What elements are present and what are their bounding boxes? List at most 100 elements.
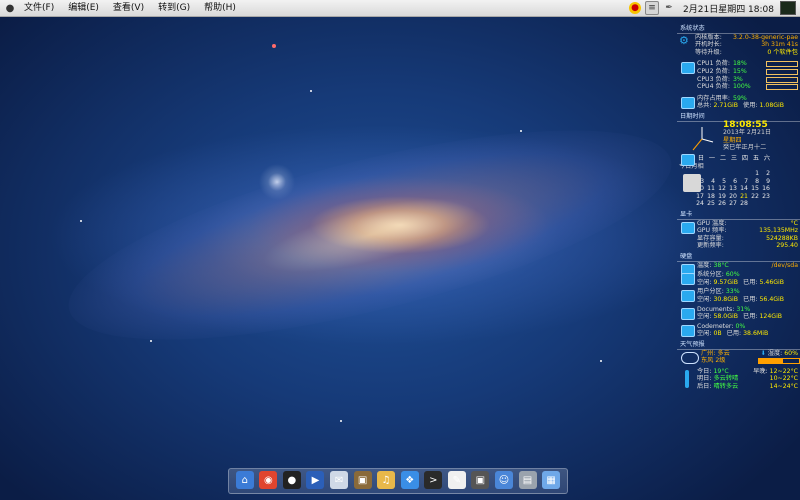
- gpu-rate-label: 更新频率:: [697, 242, 724, 250]
- calendar-day: 4: [711, 177, 715, 185]
- cpu1-value: 18%: [732, 60, 747, 68]
- weather-wind: 东风 2级: [701, 357, 726, 365]
- safari-icon[interactable]: ❖: [400, 471, 419, 489]
- menu-file[interactable]: 文件(F): [16, 0, 60, 16]
- wallpaper-star: [600, 360, 602, 362]
- apple-logo-icon[interactable]: ●: [4, 2, 16, 14]
- calendar-day: [761, 200, 770, 208]
- calendar-day: 18: [707, 192, 715, 200]
- partition-name: 系统分区:: [697, 271, 724, 279]
- uptime-value: 3h 31m 41s: [761, 41, 798, 49]
- partition-list: 系统分区: 60% 空闲: 9.57GiB 已用: 5.46GiB 用户分区: 33% 空闲: 3…: [677, 271, 800, 338]
- calendar-weekday: 日: [697, 154, 704, 162]
- partition-used: 56.4GiB: [759, 296, 785, 303]
- partition-name: 用户分区:: [697, 288, 724, 296]
- partition-used-label: 已用:: [743, 296, 758, 303]
- calendar-weekday: 三: [730, 154, 737, 162]
- qq-tray-icon[interactable]: ●: [629, 2, 642, 14]
- partition-free: 0B: [713, 330, 722, 338]
- gpu-section-title: 显卡: [677, 211, 800, 220]
- menu-go[interactable]: 转到(G): [150, 0, 196, 16]
- calendar-day: 13: [729, 185, 737, 193]
- trash-icon[interactable]: ▤: [518, 471, 537, 489]
- partition-free: 30.8GiB: [713, 296, 739, 303]
- uptime-label: 开机时长:: [695, 41, 722, 49]
- calendar-day: 16: [762, 185, 770, 193]
- mem-used-label: 使用:: [743, 102, 758, 110]
- files-icon[interactable]: ▦: [542, 471, 561, 489]
- calendar-weekday: 一: [708, 154, 715, 162]
- forecast-range: 10~22°C: [769, 375, 798, 383]
- disk-temp-label: 温度:: [697, 261, 712, 269]
- finder-icon[interactable]: ☺: [494, 471, 513, 489]
- terminal-icon[interactable]: >: [424, 471, 443, 489]
- system-section-title: 系统状态: [677, 25, 800, 34]
- forecast-extra-label: 早晚:: [753, 367, 768, 375]
- menu-edit[interactable]: 编辑(E): [60, 0, 105, 16]
- calendar-day: 21: [740, 192, 748, 200]
- calendar-day: [706, 170, 715, 178]
- partition-icon: [681, 324, 695, 337]
- calendar-day: 24: [696, 200, 704, 208]
- calendar-weekday: 四: [741, 154, 748, 162]
- wallpaper-star: [272, 44, 276, 48]
- calendar-day: 7: [744, 177, 748, 185]
- mail-icon[interactable]: ✉: [330, 471, 349, 489]
- system-monitor-icon[interactable]: [780, 1, 796, 15]
- media-player-icon[interactable]: ▶: [306, 471, 325, 489]
- calendar-weekday: 六: [763, 154, 770, 162]
- calendar-day: 6: [733, 177, 737, 185]
- partition-percent: 33%: [725, 288, 740, 296]
- humidity-icon: ⬇: [760, 349, 766, 357]
- calendar-weekday: 二: [719, 154, 726, 162]
- menu-help[interactable]: 帮助(H): [196, 0, 242, 16]
- music-icon[interactable]: ♫: [377, 471, 396, 489]
- partition-icon: [681, 290, 695, 303]
- moon-phase-icon: [683, 174, 701, 193]
- moon-phase-label: 今日月相: [679, 162, 704, 170]
- partition-icon: [681, 273, 695, 286]
- wallpaper-star: [310, 90, 312, 92]
- wallpaper-star: [80, 220, 82, 222]
- cpu4-graph: [766, 84, 798, 91]
- calendar-day: 19: [718, 192, 726, 200]
- calendar-day: 22: [751, 192, 759, 200]
- network-tray-icon[interactable]: ≡: [645, 1, 660, 15]
- forecast-range: 14~24°C: [769, 382, 798, 390]
- date-text: 2013年 2月21日: [723, 129, 772, 137]
- cpu2-graph: [766, 68, 798, 75]
- analog-clock-icon: [692, 126, 714, 150]
- gear-icon: ⚙: [679, 34, 689, 47]
- updates-label: 等待升级:: [695, 48, 722, 56]
- partition-free-label: 空闲:: [697, 313, 712, 321]
- calendar-day: 15: [751, 185, 759, 193]
- calendar-day: 20: [729, 192, 737, 200]
- cpu4-value: 100%: [732, 83, 751, 91]
- calendar-day: 14: [740, 185, 748, 193]
- partition-percent: 31%: [736, 305, 751, 313]
- thermometer-icon: [685, 369, 689, 388]
- monitor-icon[interactable]: ▣: [471, 471, 490, 489]
- menu-view[interactable]: 查看(V): [105, 0, 150, 16]
- calendar-day: 23: [762, 192, 770, 200]
- home-folder-icon[interactable]: ⌂: [235, 471, 254, 489]
- chrome-icon[interactable]: ◉: [259, 471, 278, 489]
- partition-free-label: 空闲:: [697, 278, 712, 286]
- photos-icon[interactable]: ▣: [353, 471, 372, 489]
- forecast-condition: 多云转晴: [713, 375, 739, 383]
- partition-percent: 0%: [735, 322, 746, 330]
- calendar-weekdays: 日一二三四五六: [677, 155, 800, 163]
- cpu1-graph: [766, 61, 798, 68]
- calendar-weekday: 五: [752, 154, 759, 162]
- calendar-day: [739, 170, 748, 178]
- top-menubar: ● 文件(F) 编辑(E) 查看(V) 转到(G) 帮助(H) ● ≡ ✒ 2月…: [0, 0, 800, 17]
- clock[interactable]: 2月21日星期四 18:08: [677, 2, 780, 15]
- text-editor-icon[interactable]: ✎: [447, 471, 466, 489]
- lunar-date: 癸巳年正月十二: [723, 144, 767, 152]
- brush-tray-icon[interactable]: ✒: [663, 2, 675, 14]
- humidity-bar: [758, 358, 800, 365]
- partition-used-label: 已用:: [726, 330, 742, 338]
- cpu1-label: CPU1 负荷:: [697, 60, 730, 68]
- partition-icon: [681, 307, 695, 320]
- qq-icon[interactable]: ●: [282, 471, 301, 489]
